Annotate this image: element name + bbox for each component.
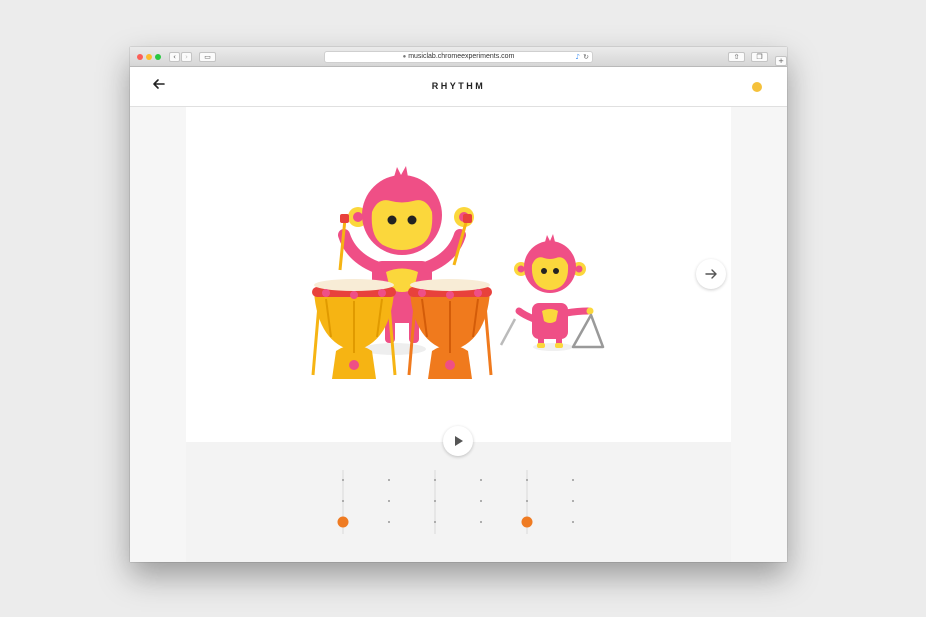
sequencer-grid[interactable] [186,442,731,562]
tabs-overview-button[interactable]: ❐ [751,52,768,62]
next-button[interactable] [696,259,726,289]
note-cell[interactable] [572,500,574,502]
yellow-timpani [311,279,397,379]
note-cell[interactable] [480,521,482,523]
orange-timpani [407,279,493,379]
plus-icon: + [778,57,784,65]
speaker-icon[interactable]: ♪ [576,52,580,62]
address-bar[interactable]: ● musiclab.chromeexperiments.com ♪ ↻ [324,51,593,63]
tabs-icon: ❐ [756,53,763,61]
note-cell[interactable] [572,521,574,523]
triangle-monkey [499,234,605,349]
url-text: musiclab.chromeexperiments.com [408,53,515,60]
note-cell[interactable] [388,500,390,502]
note-cell[interactable] [526,500,528,502]
browser-window: ‹ › ▭ ● musiclab.chromeexperiments.com ♪ … [130,47,787,562]
reload-icon[interactable]: ↻ [583,52,589,62]
note-cell[interactable] [526,479,528,481]
lock-icon: ● [402,54,407,60]
chevron-right-icon: › [185,53,188,61]
note-cell[interactable] [434,479,436,481]
share-icon: ⇧ [733,53,740,61]
rhythm-sequencer[interactable] [186,442,731,562]
new-tab-button[interactable]: + [775,56,787,66]
play-icon [455,436,463,446]
note-cell[interactable] [480,479,482,481]
browser-forward-button[interactable]: › [181,52,192,62]
close-window-button[interactable] [137,54,143,60]
app-header: RHYTHM [130,67,787,107]
note-cell[interactable] [342,479,344,481]
sidebar-icon: ▭ [204,53,211,61]
note-cell[interactable] [388,521,390,523]
arrow-right-icon [705,269,717,279]
sidebar-toggle-button[interactable]: ▭ [199,52,216,62]
help-icon[interactable] [752,82,762,92]
rhythm-stage [186,107,731,442]
note-cell[interactable] [434,500,436,502]
share-button[interactable]: ⇧ [728,52,745,62]
monkey-band-illustration [311,166,605,379]
minimize-window-button[interactable] [146,54,152,60]
chevron-left-icon: ‹ [173,53,176,61]
note-cell[interactable] [342,500,344,502]
note-cell[interactable] [388,479,390,481]
note-cell[interactable] [572,479,574,481]
browser-toolbar: ‹ › ▭ ● musiclab.chromeexperiments.com ♪ … [130,47,787,67]
note-cell[interactable] [480,500,482,502]
play-button[interactable] [443,426,473,456]
note-cell[interactable] [434,521,436,523]
page-title: RHYTHM [431,81,486,91]
active-note[interactable] [337,516,349,528]
browser-back-button[interactable]: ‹ [169,52,180,62]
zoom-window-button[interactable] [155,54,161,60]
active-note[interactable] [521,516,533,528]
